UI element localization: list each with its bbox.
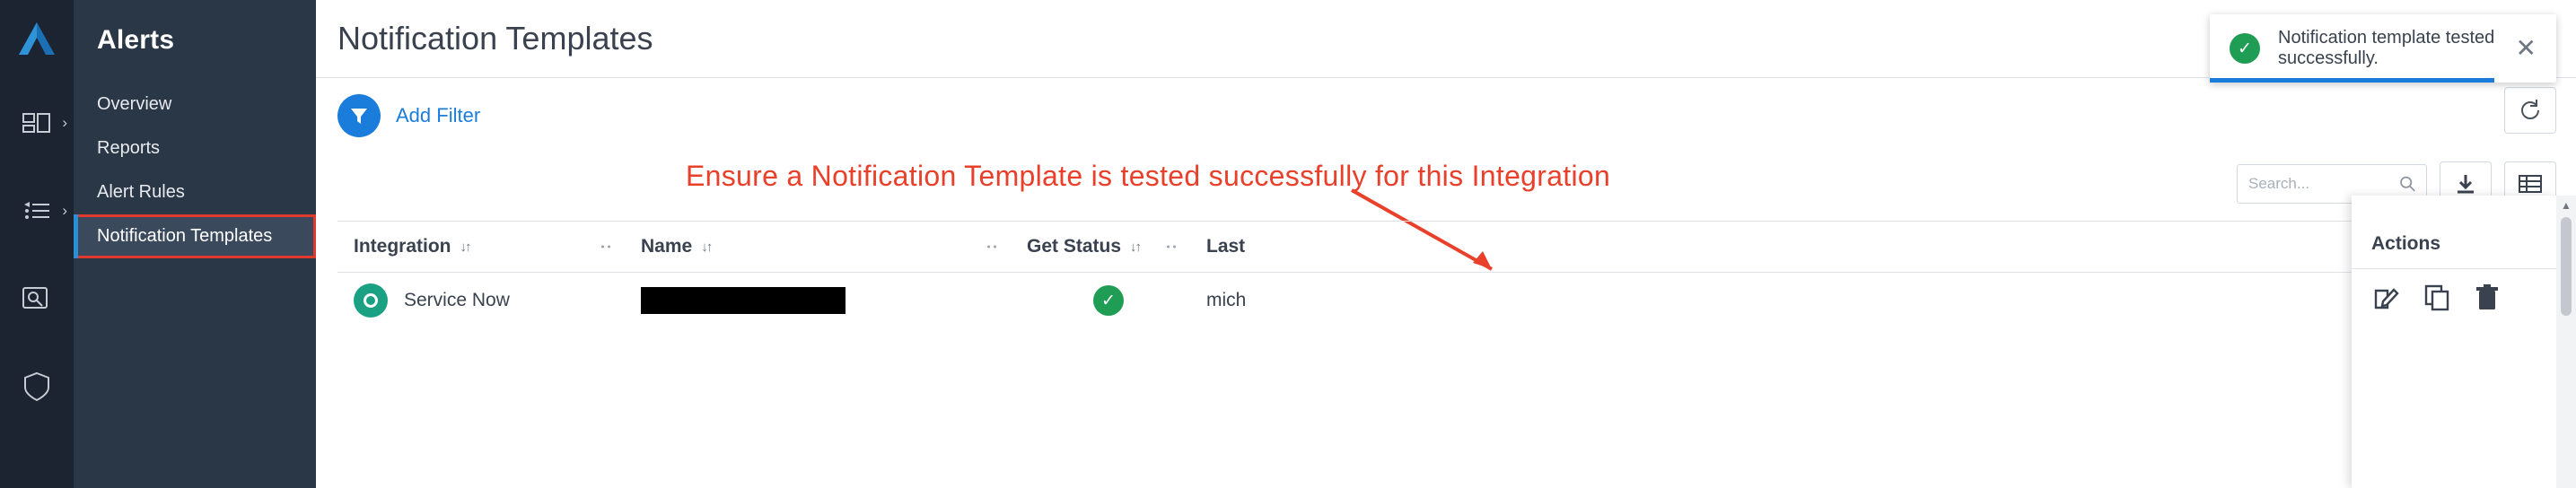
service-now-icon <box>354 283 388 318</box>
filter-bar: Add Filter <box>316 78 2576 137</box>
dashboard-icon <box>22 113 50 133</box>
app-logo[interactable] <box>0 0 74 79</box>
actions-buttons <box>2352 269 2556 317</box>
annotation-text: Ensure a Notification Template is tested… <box>686 160 1611 192</box>
scroll-up-arrow-icon[interactable]: ▲ <box>2556 196 2576 215</box>
column-resize-grip[interactable] <box>600 244 612 250</box>
vertical-scrollbar[interactable]: ▲ <box>2556 196 2576 488</box>
check-circle-icon: ✓ <box>2230 33 2260 64</box>
column-resize-grip[interactable] <box>986 244 998 250</box>
table-header-row: Integration ↓↑ Name ↓↑ Get Status ↓↑ Las… <box>337 221 2556 273</box>
shield-icon <box>24 371 49 402</box>
column-label: Name <box>641 236 693 257</box>
cell-get-status: ✓ <box>1011 273 1190 328</box>
cell-integration-label: Service Now <box>404 290 510 310</box>
app-root: › › Alerts Overview Reports Alert Rules … <box>0 0 2576 488</box>
actions-header: Actions <box>2352 219 2556 269</box>
alert-search-icon <box>22 287 48 309</box>
column-label: Get Status <box>1027 236 1122 257</box>
sidebar-item-label: Alert Rules <box>97 182 185 202</box>
sidebar-item-notification-templates[interactable]: Notification Templates <box>74 214 316 258</box>
filter-button[interactable] <box>337 94 381 137</box>
toast-progress-bar <box>2210 78 2494 83</box>
data-table: Integration ↓↑ Name ↓↑ Get Status ↓↑ Las… <box>337 221 2556 488</box>
sidebar-item-overview[interactable]: Overview <box>74 83 316 126</box>
delete-action-button[interactable] <box>2472 282 2502 317</box>
chevron-right-icon: › <box>62 114 67 131</box>
edit-pencil-icon <box>2374 288 2399 309</box>
sort-icon[interactable]: ↓↑ <box>1130 240 1142 255</box>
cell-last-label: mich <box>1206 290 1247 310</box>
copy-action-button[interactable] <box>2422 282 2452 317</box>
rail-item-shield[interactable] <box>0 343 74 431</box>
columns-grid-icon <box>2519 175 2542 193</box>
trash-icon <box>2476 284 2498 309</box>
close-icon[interactable]: ✕ <box>2516 36 2537 61</box>
scrollbar-thumb[interactable] <box>2561 217 2572 316</box>
toast-notification: ✓ Notification template tested successfu… <box>2210 14 2556 83</box>
table-row[interactable]: Service Now ✓ mich <box>337 273 2556 328</box>
cell-last: mich <box>1190 273 1298 328</box>
sidebar-items: Overview Reports Alert Rules Notificatio… <box>74 83 316 258</box>
sidebar-item-label: Notification Templates <box>97 226 273 246</box>
rail-item-dashboard[interactable]: › <box>0 79 74 167</box>
column-label: Integration <box>354 236 451 257</box>
list-icon <box>24 202 49 219</box>
main-content: Notification Templates Add Filter Ensure… <box>316 0 2576 488</box>
sort-icon[interactable]: ↓↑ <box>701 240 713 255</box>
sort-icon[interactable]: ↓↑ <box>460 240 472 255</box>
funnel-icon <box>351 109 367 124</box>
copy-icon <box>2424 284 2449 311</box>
sidebar-item-alert-rules[interactable]: Alert Rules <box>74 170 316 214</box>
column-label: Last <box>1206 236 1246 257</box>
cell-name <box>625 273 1011 328</box>
sidebar-title: Alerts <box>97 25 175 55</box>
check-circle-icon: ✓ <box>1093 285 1124 316</box>
search-input[interactable] <box>2247 174 2399 194</box>
column-header-integration[interactable]: Integration ↓↑ <box>337 222 625 272</box>
rail-item-list[interactable]: › <box>0 167 74 255</box>
column-header-last[interactable]: Last <box>1190 222 1298 272</box>
sidebar-item-label: Overview <box>97 94 172 114</box>
cell-integration: Service Now <box>337 273 625 328</box>
sidebar: Alerts Overview Reports Alert Rules Noti… <box>74 0 316 488</box>
redacted-name-value <box>641 287 846 314</box>
toast-message: Notification template tested successfull… <box>2278 28 2495 68</box>
sidebar-item-reports[interactable]: Reports <box>74 126 316 170</box>
reset-button[interactable] <box>2504 87 2556 134</box>
actions-panel: Actions <box>2352 196 2556 488</box>
column-header-name[interactable]: Name ↓↑ <box>625 222 1011 272</box>
add-filter-label[interactable]: Add Filter <box>396 104 480 127</box>
column-header-get-status[interactable]: Get Status ↓↑ <box>1011 222 1190 272</box>
rail-item-alerts[interactable] <box>0 255 74 343</box>
download-icon <box>2458 175 2474 194</box>
reset-arrow-icon <box>2521 100 2539 119</box>
icon-rail: › › <box>0 0 74 488</box>
search-icon <box>2400 176 2416 192</box>
chevron-right-icon: › <box>62 202 67 219</box>
column-resize-grip[interactable] <box>1165 244 1178 250</box>
sidebar-item-label: Reports <box>97 138 161 158</box>
triangle-logo-icon <box>19 22 55 55</box>
edit-action-button[interactable] <box>2371 282 2402 317</box>
